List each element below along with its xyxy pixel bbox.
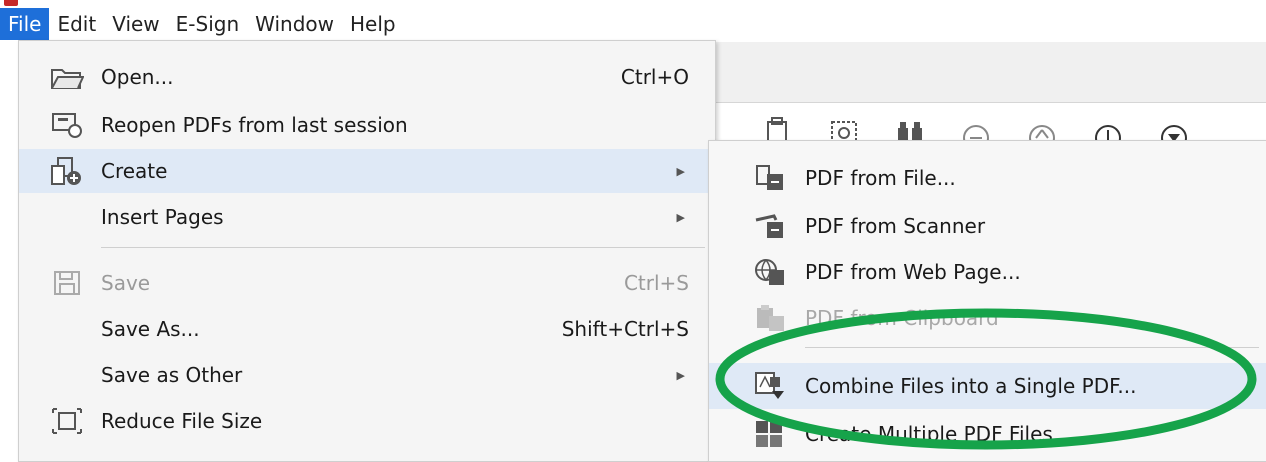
submenu-item-combine-files[interactable]: Combine Files into a Single PDF...: [709, 363, 1266, 409]
combine-files-label: Combine Files into a Single PDF...: [805, 374, 1137, 398]
reduce-file-size-label: Reduce File Size: [101, 409, 263, 433]
create-submenu: PDF from File... PDF from Scanner PDF fr…: [708, 140, 1266, 462]
save-as-shortcut: Shift+Ctrl+S: [561, 317, 689, 341]
pdf-from-file-icon: [753, 163, 787, 193]
submenu-item-pdf-from-web[interactable]: PDF from Web Page...: [709, 249, 1266, 295]
menu-file[interactable]: File: [0, 8, 50, 40]
menu-help[interactable]: Help: [342, 8, 404, 40]
menu-window[interactable]: Window: [247, 8, 342, 40]
menu-edit[interactable]: Edit: [49, 8, 104, 40]
submenu-arrow-icon: ▶: [676, 368, 685, 382]
save-as-other-label: Save as Other: [101, 363, 243, 387]
reopen-label: Reopen PDFs from last session: [101, 113, 408, 137]
app-icon: [4, 0, 18, 6]
multiple-pdf-icon: [753, 419, 787, 449]
menu-item-reduce-file-size[interactable]: Reduce File Size: [19, 399, 715, 443]
insert-pages-label: Insert Pages: [101, 205, 224, 229]
globe-icon: [753, 257, 787, 287]
menu-separator: [101, 247, 705, 248]
submenu-arrow-icon: ▶: [676, 210, 685, 224]
reopen-session-icon: [49, 110, 85, 140]
combine-files-icon: [753, 371, 787, 401]
save-as-label: Save As...: [101, 317, 200, 341]
open-shortcut: Ctrl+O: [620, 65, 689, 89]
open-label: Open...: [101, 65, 174, 89]
submenu-item-pdf-from-scanner[interactable]: PDF from Scanner: [709, 203, 1266, 249]
menu-item-save-as[interactable]: Save As... Shift+Ctrl+S: [19, 307, 715, 351]
menu-item-save[interactable]: Save Ctrl+S: [19, 261, 715, 305]
menu-item-reopen[interactable]: Reopen PDFs from last session: [19, 103, 715, 147]
folder-open-icon: [49, 62, 85, 92]
submenu-separator: [805, 347, 1259, 348]
submenu-item-pdf-from-file[interactable]: PDF from File...: [709, 155, 1266, 201]
title-bar: [0, 0, 1266, 8]
scanner-icon: [753, 211, 787, 241]
menu-item-create[interactable]: Create ▶: [19, 149, 715, 193]
menu-item-insert-pages[interactable]: Insert Pages ▶: [19, 195, 715, 239]
menu-item-save-as-other[interactable]: Save as Other ▶: [19, 353, 715, 397]
save-shortcut: Ctrl+S: [623, 271, 689, 295]
pdf-from-clipboard-label: PDF from Clipboard: [805, 306, 999, 330]
submenu-item-create-multiple[interactable]: Create Multiple PDF Files...: [709, 411, 1266, 457]
pdf-from-file-label: PDF from File...: [805, 166, 956, 190]
create-multiple-label: Create Multiple PDF Files...: [805, 422, 1072, 446]
pdf-from-scanner-label: PDF from Scanner: [805, 214, 986, 238]
save-label: Save: [101, 271, 151, 295]
submenu-item-pdf-from-clipboard[interactable]: PDF from Clipboard: [709, 295, 1266, 341]
menu-bar: File Edit View E-Sign Window Help: [0, 8, 1266, 40]
menu-view[interactable]: View: [104, 8, 167, 40]
submenu-arrow-icon: ▶: [676, 164, 685, 178]
create-pdf-icon: [49, 156, 85, 186]
clipboard-icon: [753, 303, 787, 333]
menu-item-open[interactable]: Open... Ctrl+O: [19, 55, 715, 99]
create-label: Create: [101, 159, 168, 183]
reduce-size-icon: [49, 406, 85, 436]
floppy-disk-icon: [49, 268, 85, 298]
menu-esign[interactable]: E-Sign: [168, 8, 247, 40]
tab-strip: [700, 42, 1266, 103]
pdf-from-web-label: PDF from Web Page...: [805, 260, 1021, 284]
file-menu: Open... Ctrl+O Reopen PDFs from last ses…: [18, 40, 716, 462]
